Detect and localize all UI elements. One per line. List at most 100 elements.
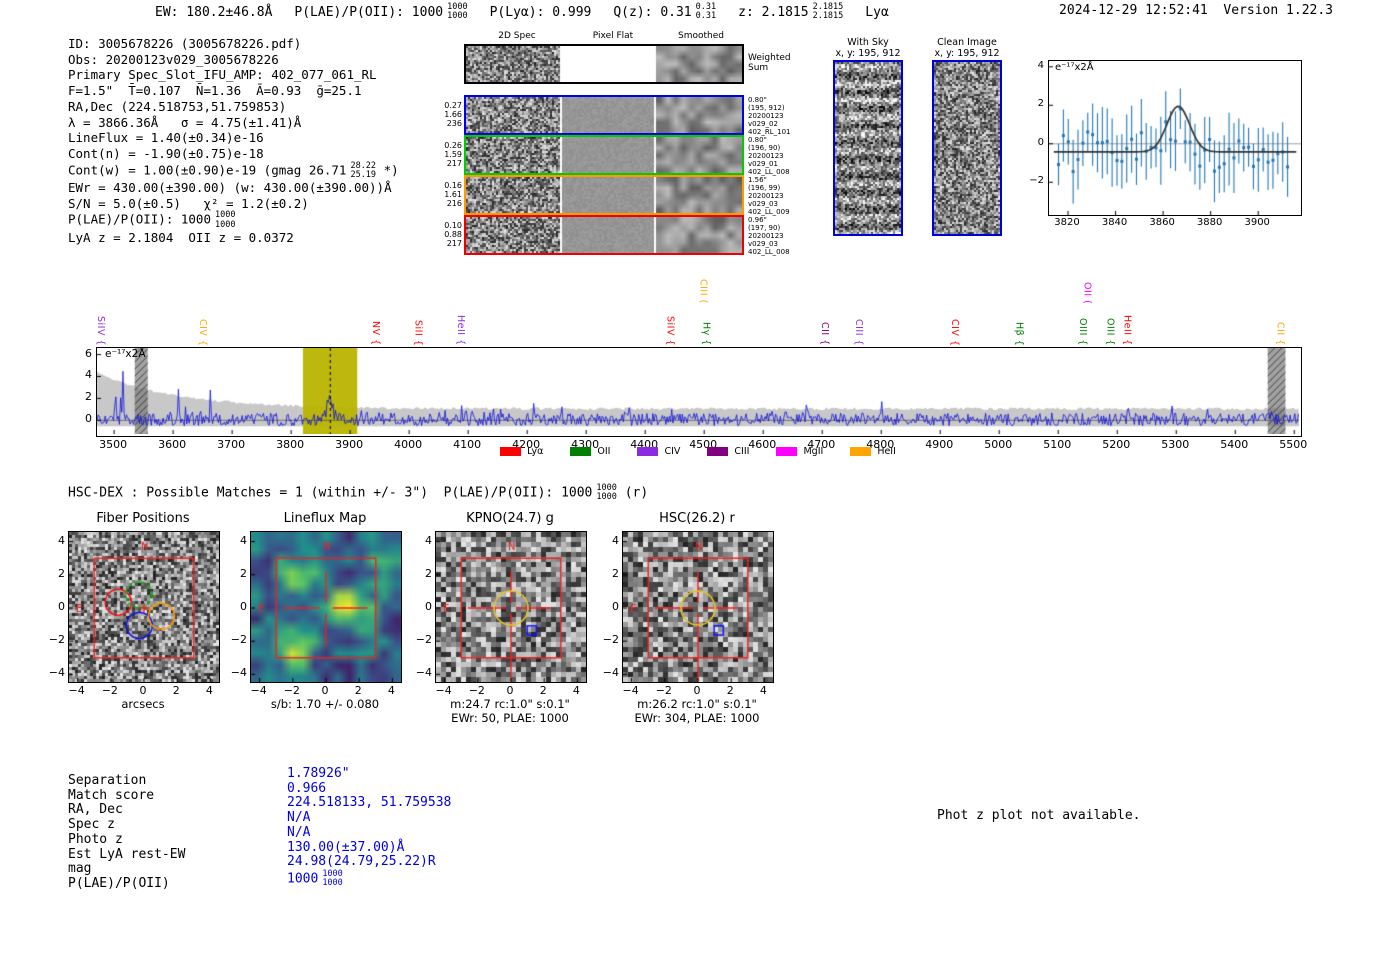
elixer-report-page: EW: 180.2±46.8Å P(LAE)/P(OII): 1000 1000 10… xyxy=(0,0,1400,953)
info-line-8-text: Cont(w) = 1.00(±0.90)e-19 (gmag 26.71 xyxy=(68,162,347,178)
with-sky-coords: x, y: 195, 912 xyxy=(835,48,901,59)
match-label-4: Photo z xyxy=(68,831,123,847)
legend-item-lyα: Lyα xyxy=(500,446,543,457)
legend-item-oii: OII xyxy=(570,446,610,457)
fiber-annotation-line: 0.80" xyxy=(748,136,767,144)
info-line-9-text: EWr = 430.00(±390.00) (w: 430.00(±390.00… xyxy=(68,179,392,195)
emission-line-label-civ: CIV { xyxy=(948,318,960,347)
detection-info-block: ID: 3005678226 (3005678226.pdf) Obs: 2020… xyxy=(68,36,399,245)
emission-line-label-oiii: OIII { xyxy=(1104,318,1116,346)
cutout-xtick-label: 0 xyxy=(321,684,329,697)
cutout-xtick-label: −4 xyxy=(250,684,267,697)
report-datetime: 2024-12-29 12:52:41 xyxy=(1059,3,1208,18)
fiber-annotation-line: 1.56" xyxy=(748,176,767,184)
fiber-2d-row-image xyxy=(466,217,742,253)
header-segment-0: EW: 180.2±46.8Å xyxy=(155,5,272,20)
match-value-7: 1000 1000 1000 xyxy=(287,869,451,889)
cutout-xtick-label: −2 xyxy=(655,684,672,697)
legend-swatch xyxy=(570,447,592,456)
spectrum-ylabel: e⁻¹⁷x2Å xyxy=(105,348,146,360)
legend-label: OII xyxy=(597,446,611,457)
match-value-1: 0.966 xyxy=(287,781,451,797)
fiber-annotation-line: 402_LL_008 xyxy=(748,248,790,257)
fiber-annotation-line: v029_02 xyxy=(748,120,778,129)
weighted-sum-label: Weighted Sum xyxy=(748,53,791,73)
cutout-ytick-label: 0 xyxy=(240,600,247,613)
cutout-image-3 xyxy=(623,532,773,682)
match-value-text: 130.00(±37.00)Å xyxy=(287,839,405,855)
fiber-annotation-line: 20200123 xyxy=(748,112,784,121)
inset-xtick-label: 3820 xyxy=(1054,217,1080,228)
photz-note: Phot z plot not available. xyxy=(937,808,1141,823)
stacked-fraction: 28.22 25.19 xyxy=(350,161,376,180)
inset-ytick-label: −2 xyxy=(1029,175,1044,187)
cutout-xtick-label: 4 xyxy=(572,684,580,697)
fraction-bottom: 1000 xyxy=(322,878,343,889)
fraction-bottom: 2.1815 xyxy=(812,11,844,22)
cutout-ytick-label: −4 xyxy=(230,666,247,680)
clean-image xyxy=(934,62,1000,234)
cutout-xtick-label: 4 xyxy=(759,684,767,697)
legend-item-ciii: CIII xyxy=(707,446,749,457)
match-label-1: Match score xyxy=(68,787,155,803)
fiber-annotation-line: 20200123 xyxy=(748,152,784,161)
cutout-panel-1 xyxy=(250,531,402,683)
header-segment-text: z: 2.1815 xyxy=(738,4,809,20)
emission-line-label-siiv: SiIV { xyxy=(664,315,676,346)
fiber-row-weights: 0.27 1.66 236 xyxy=(438,101,462,128)
legend-item-mgii: MgII xyxy=(776,446,823,457)
cutout-xtick-label: 0 xyxy=(139,684,147,697)
cutout-ytick-label: 2 xyxy=(58,566,65,580)
cutout-title-3: HSC(26.2) r xyxy=(659,511,735,526)
header-summary-line: EW: 180.2±46.8Å P(LAE)/P(OII): 1000 1000 10… xyxy=(155,2,911,22)
hsc-dex-text-text: HSC-DEX : Possible Matches = 1 (within +… xyxy=(68,485,593,501)
cutout-xtick-label: −4 xyxy=(622,684,639,697)
cutout-ytick-label: −2 xyxy=(602,633,619,647)
cutout-ytick-label: 2 xyxy=(612,566,619,580)
cutout-xtick-label: 4 xyxy=(205,684,213,697)
clean-image-title: Clean Image x, y: 195, 912 xyxy=(922,37,1012,59)
cutout-image-1 xyxy=(251,532,401,682)
cutout-ytick-label: −2 xyxy=(415,633,432,647)
cutout-panel-3 xyxy=(622,531,774,683)
cutout-xtick-label: 2 xyxy=(172,684,180,697)
cutout-ytick-label: 0 xyxy=(58,600,65,613)
fiber-annotation-line: (196, 90) xyxy=(748,144,781,153)
cutout-ytick-label: 4 xyxy=(425,533,432,547)
emission-line-label-heii: HeII { xyxy=(1121,315,1133,346)
fraction-bottom: 1000 xyxy=(215,219,236,230)
cutout-xtick-label: −4 xyxy=(435,684,452,697)
col-title-pixel-flat: Pixel Flat xyxy=(592,31,634,41)
fiber-2d-row-image xyxy=(466,177,742,213)
stacked-fraction: 1000 1000 xyxy=(447,2,467,21)
header-segment-5: Lyα xyxy=(865,5,888,20)
inset-ytick-label: 4 xyxy=(1037,59,1044,71)
stacked-fraction: 2.1815 2.1815 xyxy=(812,2,844,22)
header-segment-text: EW: 180.2±46.8Å xyxy=(155,4,273,20)
legend-label: MgII xyxy=(803,446,824,457)
emission-line-label-cii: CII { xyxy=(1274,322,1286,346)
fiber-row-annotation: 1.56" (196, 99) 20200123 v029_03 402_LL_009 xyxy=(748,176,808,216)
info-line-12-text: LyA z = 2.1804 OII z = 0.0372 xyxy=(68,229,294,245)
cutout-ytick-label: −4 xyxy=(415,666,432,680)
match-value-0: 1.78926" xyxy=(287,766,451,782)
line-fit-canvas xyxy=(1049,61,1301,215)
fiber-2d-row-image xyxy=(466,137,742,173)
emission-line-label-cii: CII { xyxy=(818,322,830,346)
spectrum-ytick-label: 0 xyxy=(85,412,92,426)
fiber-annotation-line: 0.96" xyxy=(748,216,767,224)
emission-line-label-oii: OII ( xyxy=(1081,281,1093,304)
cutout-xtick-label: −2 xyxy=(101,684,118,697)
cutout-ytick-label: −4 xyxy=(48,666,65,680)
fiber-2d-row-3 xyxy=(464,215,744,255)
col-title-smoothed: Smoothed xyxy=(678,31,724,41)
info-line-7-text: Cont(n) = -1.90(±0.75)e-18 xyxy=(68,145,264,161)
clean-image-panel xyxy=(932,60,1002,236)
cutout-xtick-label: 2 xyxy=(354,684,362,697)
match-value-text: N/A xyxy=(287,810,311,826)
info-line-0: ID: 3005678226 (3005678226.pdf) xyxy=(68,36,399,52)
info-line-1: Obs: 20200123v029_3005678226 xyxy=(68,52,399,68)
fiber-2d-row-2 xyxy=(464,175,744,215)
info-line-3-text: F=1.5" T̄=0.107 N̄=1.36 Ā=0.93 ḡ=25.1 xyxy=(68,83,362,99)
match-value-text: 1.78926" xyxy=(287,766,350,781)
